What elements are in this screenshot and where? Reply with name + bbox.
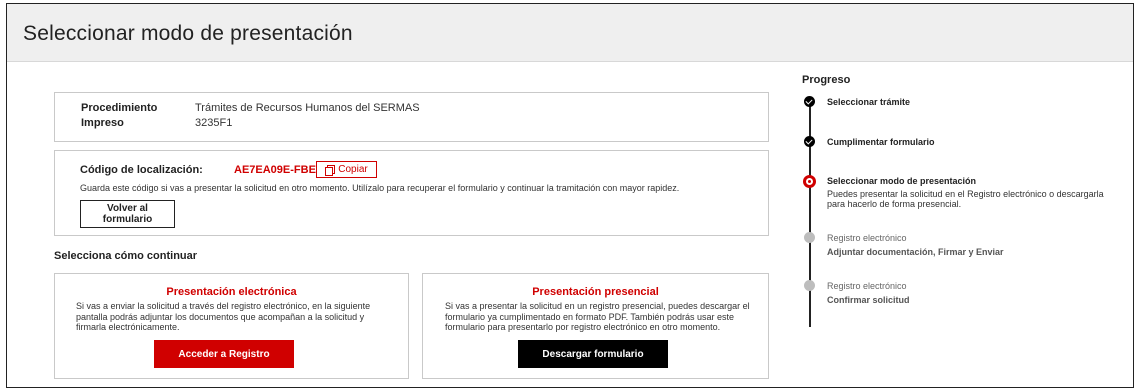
electronic-option-card: Presentación electrónica Si vas a enviar… [54,273,409,379]
progress-title: Progreso [802,74,851,86]
form-value: 3235F1 [195,117,233,129]
step-select-procedure: Seleccionar trámite [827,97,911,107]
current-step-icon [803,175,816,188]
step-electronic-registry-label: Registro electrónico [827,233,907,243]
step-select-presentation: Seleccionar modo de presentación [827,176,977,186]
download-form-button[interactable]: Descargar formulario [518,340,668,368]
presencial-option-card: Presentación presencial Si vas a present… [422,273,769,379]
page-title: Seleccionar modo de presentación [23,22,353,45]
pending-step-icon [804,232,815,243]
continue-section-title: Selecciona cómo continuar [54,250,198,262]
localization-code: AE7EA09E-FBE1 [234,164,323,176]
procedure-summary-card: Procedimiento Trámites de Recursos Human… [54,92,769,142]
electronic-option-title: Presentación electrónica [166,286,297,298]
presencial-option-title: Presentación presencial [532,286,659,298]
step-select-presentation-description: Puedes presentar la solicitud en el Regi… [827,189,1104,210]
localization-label: Código de localización: [80,164,203,176]
procedure-label: Procedimiento [81,102,158,114]
copy-button-label: Copiar [338,164,368,175]
check-icon [804,136,815,147]
pending-step-icon [804,280,815,291]
procedure-value: Trámites de Recursos Humanos del SERMAS [195,102,420,114]
access-registry-button[interactable]: Acceder a Registro [154,340,294,368]
presencial-option-text: Si vas a presentar la solicitud en un re… [445,301,750,333]
form-label: Impreso [81,117,124,129]
copy-icon [325,164,336,176]
localization-card: Código de localización: AE7EA09E-FBE1 Co… [54,150,769,236]
page-header: Seleccionar modo de presentación [7,4,1133,62]
application-window: Seleccionar modo de presentación Procedi… [6,3,1134,388]
step-confirm-label: Registro electrónico [827,281,907,291]
progress-line [809,98,811,327]
localization-help-text: Guarda este código si vas a presentar la… [80,183,680,193]
step-confirm-detail: Confirmar solicitud [827,295,910,305]
back-to-form-button[interactable]: Volver al formulario [80,200,175,228]
electronic-option-text: Si vas a enviar la solicitud a través de… [76,301,371,333]
step-fill-form: Cumplimentar formulario [827,137,935,147]
check-icon [804,96,815,107]
copy-button[interactable]: Copiar [316,161,377,178]
step-electronic-registry-detail: Adjuntar documentación, Firmar y Enviar [827,247,1004,257]
